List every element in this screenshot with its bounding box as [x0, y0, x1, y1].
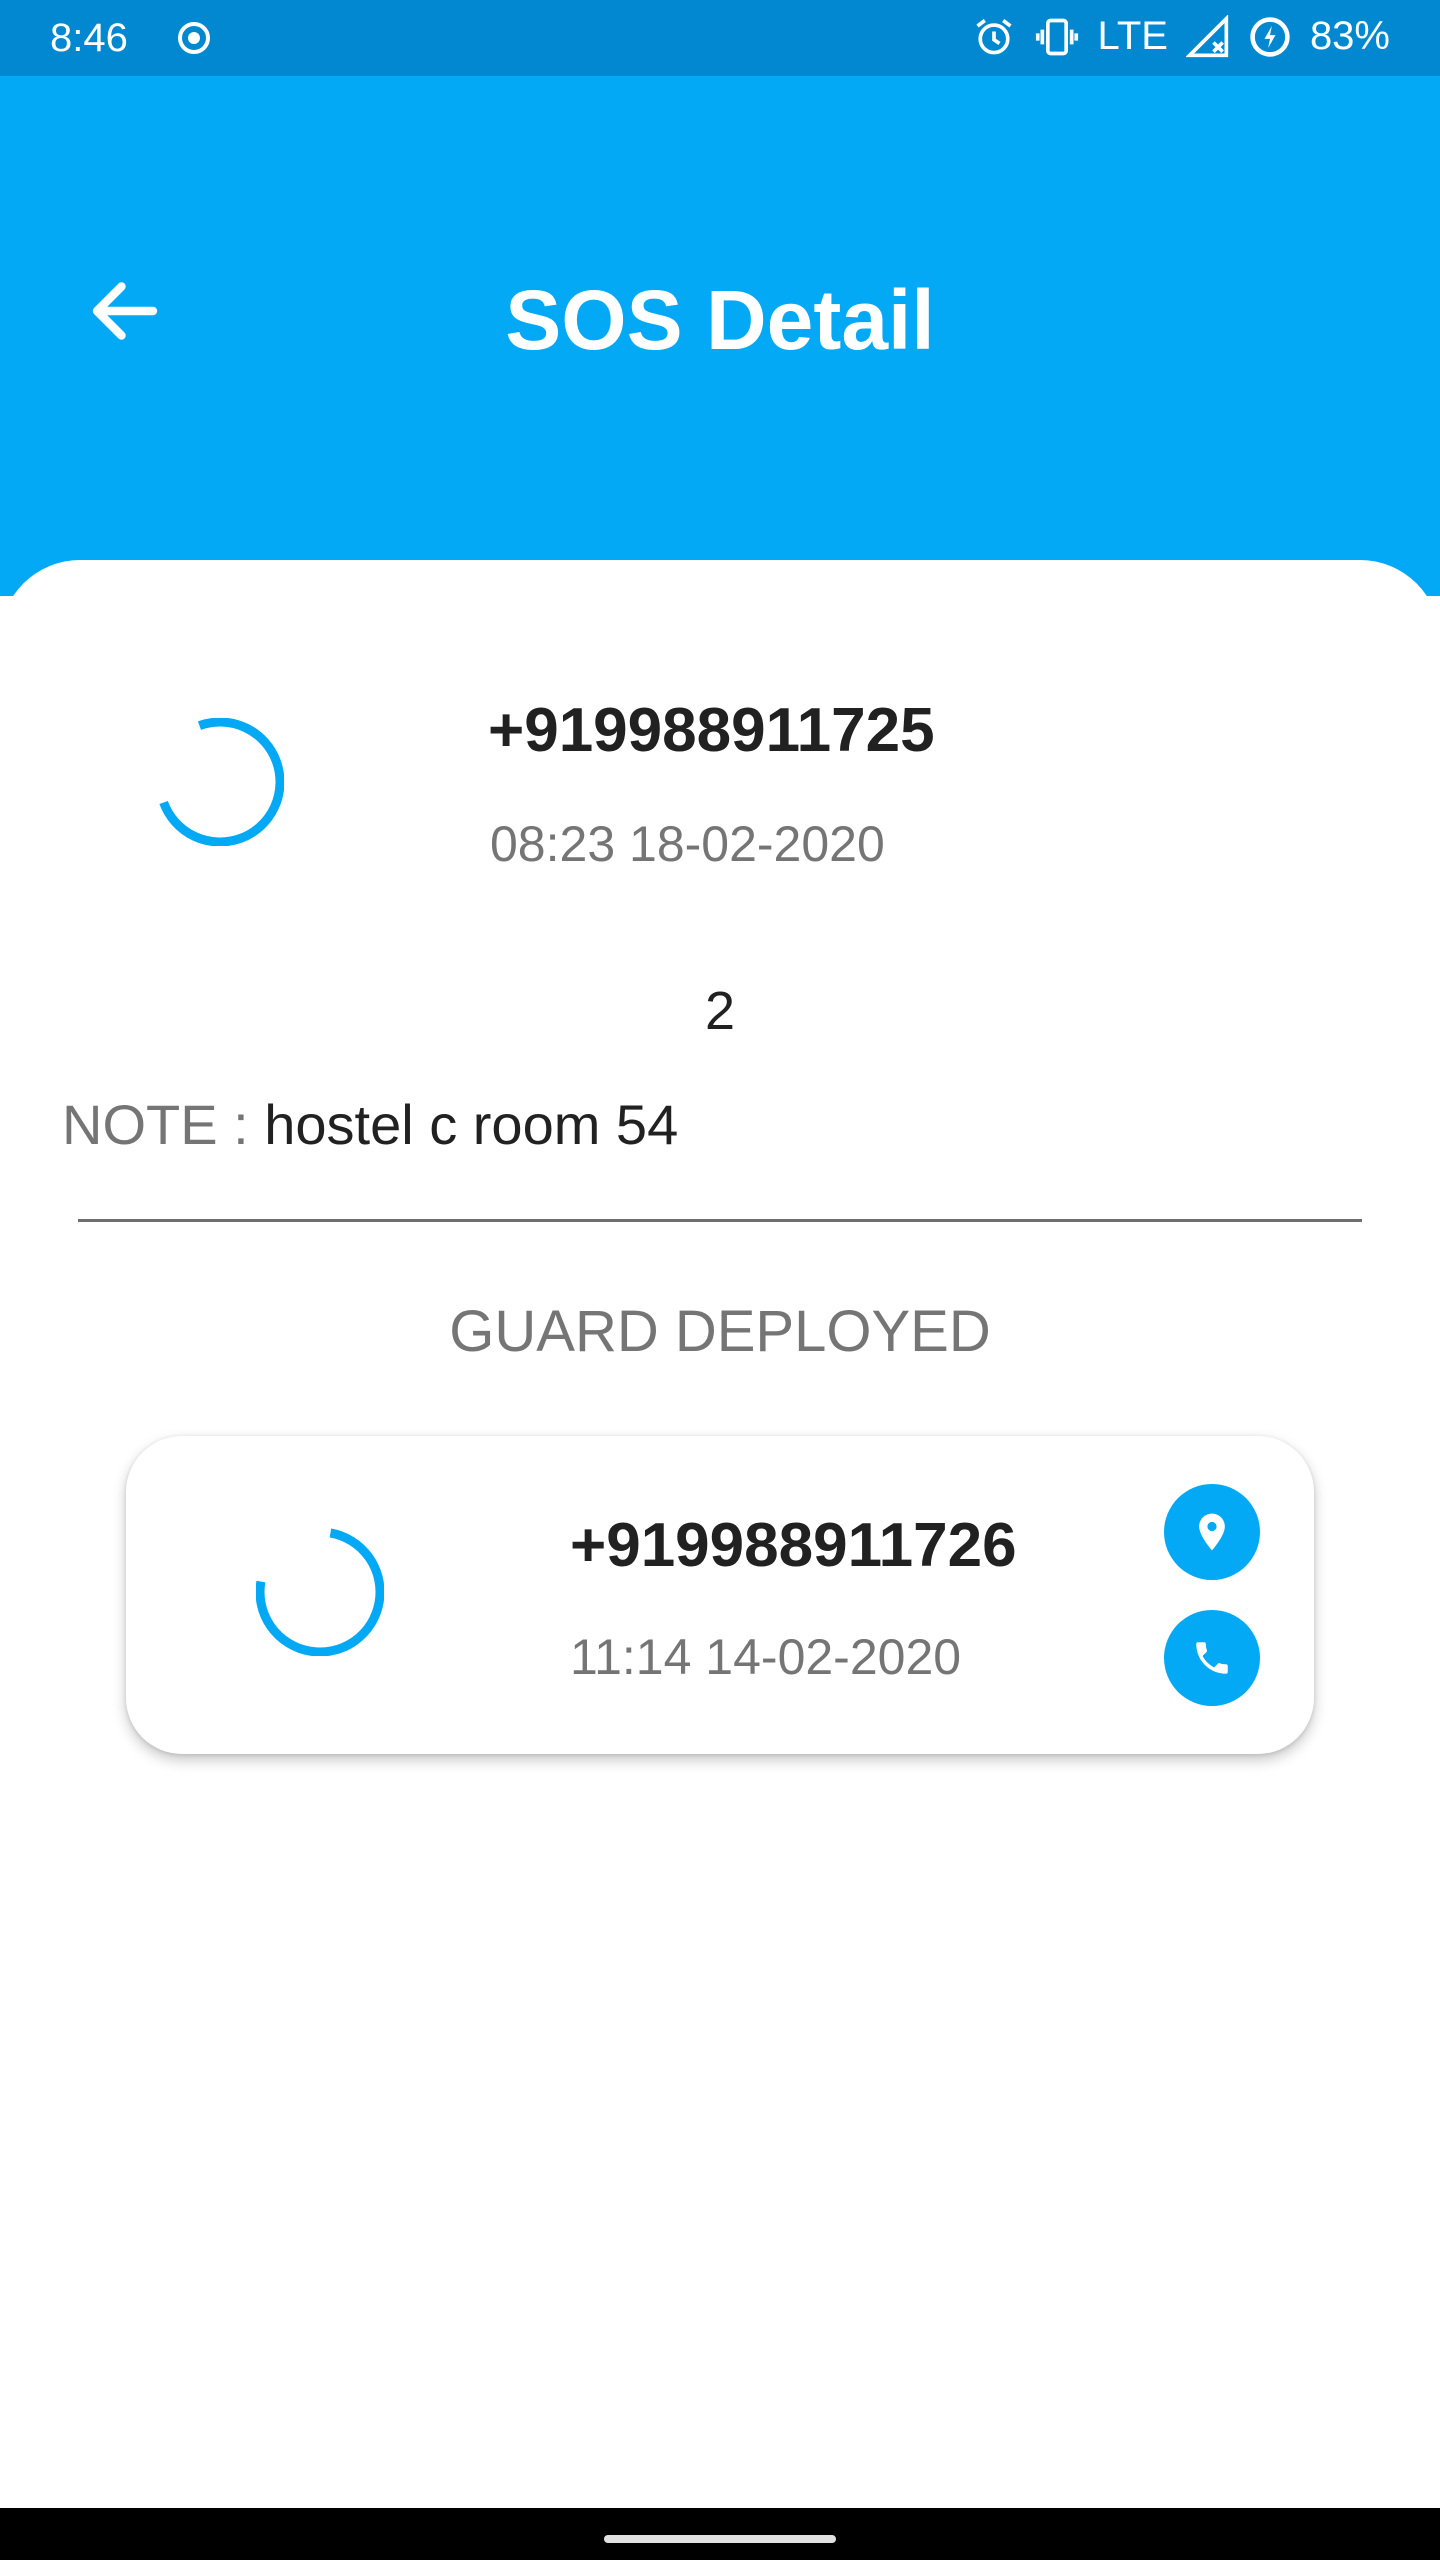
record-icon — [178, 22, 210, 54]
status-time: 8:46 — [50, 16, 128, 60]
home-gesture-handle[interactable] — [604, 2535, 836, 2543]
status-icons: LTE 83% — [972, 14, 1390, 59]
note-value: hostel c room 54 — [264, 1093, 679, 1156]
sos-note: NOTE : hostel c room 54 — [62, 1092, 678, 1157]
alarm-icon — [975, 18, 1012, 54]
network-type: LTE — [1097, 14, 1168, 58]
vibrate-icon — [1035, 18, 1078, 55]
guard-timestamp: 11:14 14-02-2020 — [570, 1629, 962, 1685]
guard-call-button[interactable] — [1164, 1610, 1260, 1706]
battery-level: 83% — [1309, 14, 1390, 58]
sos-count: 2 — [704, 981, 736, 1041]
loading-spinner-icon — [256, 1528, 384, 1656]
guard-phone: +919988911726 — [570, 1511, 1017, 1580]
divider — [78, 1219, 1362, 1222]
phone-icon — [1196, 1642, 1228, 1674]
sos-caller-phone: +919988911725 — [488, 696, 935, 765]
signal-icon — [1185, 14, 1229, 57]
status-bar: 8:46 LTE 83% — [0, 0, 1440, 76]
guard-location-button[interactable] — [1164, 1484, 1260, 1580]
page-title: SOS Detail — [505, 273, 935, 367]
sos-timestamp: 08:23 18-02-2020 — [490, 816, 885, 872]
note-label: NOTE : — [62, 1093, 265, 1156]
guard-card[interactable]: +919988911726 11:14 14-02-2020 — [126, 1436, 1314, 1754]
location-pin-icon — [1199, 1513, 1225, 1551]
guard-section-heading: GUARD DEPLOYED — [449, 1299, 991, 1364]
navigation-bar — [0, 2508, 1440, 2560]
loading-spinner-icon — [159, 718, 284, 846]
battery-saver-icon — [1250, 16, 1290, 57]
